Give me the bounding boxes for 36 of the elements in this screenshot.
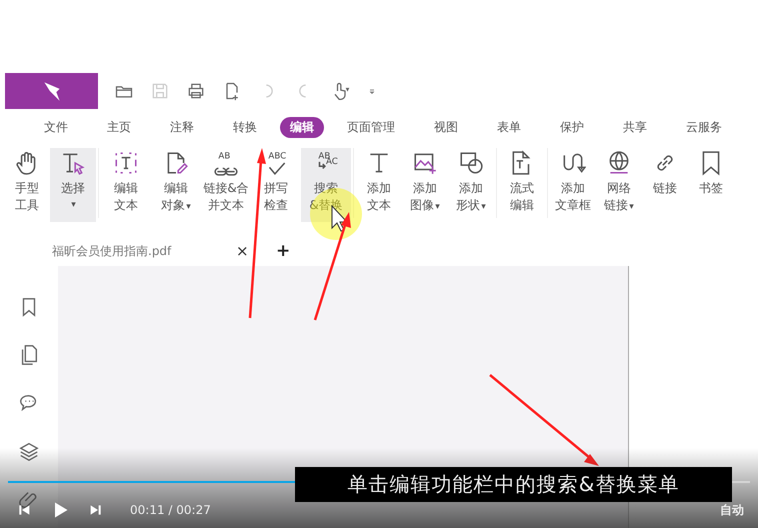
ribbon-button[interactable]: AB 链接&合 并文本 [201,148,251,222]
time-display: 00:11 / 00:27 [130,503,211,517]
ribbon-tab[interactable]: 编辑 [280,116,324,138]
document-tab[interactable]: 福昕会员使用指南.pdf [52,242,236,260]
ribbon-button[interactable]: 编辑 文本 [101,148,151,222]
ribbon-tab[interactable]: 转换 [223,116,267,138]
ribbon-button[interactable]: 添加 图像▾ [402,148,448,222]
ribbon-button[interactable]: 网络 链接▾ [596,148,642,222]
ribbon-tab[interactable]: 主页 [97,116,141,138]
ribbon-button[interactable]: 书签 [688,148,734,222]
quality-button[interactable]: 自动 [720,502,744,518]
ribbon-tab[interactable]: 保护 [550,116,594,138]
ribbon-tab[interactable]: 文件 [34,116,78,138]
app-logo[interactable] [5,73,98,109]
new-tab-button[interactable]: + [276,241,290,261]
ribbon-tab[interactable]: 视图 [424,116,468,138]
ribbon-button[interactable]: 添加 形状▾ [448,148,494,222]
ribbon-tab[interactable]: 注释 [160,116,204,138]
ribbon-button[interactable]: 添加 文章框 [550,148,596,222]
ribbon-tab[interactable]: 共享 [613,116,657,138]
printer-icon[interactable] [186,81,206,101]
ribbon-button[interactable]: 选择 ▾ [50,148,96,222]
ribbon-button[interactable]: 编辑 对象▾ [151,148,201,222]
ribbon-button[interactable]: 手型 工具 [4,148,50,222]
close-tab-button[interactable]: × [236,242,276,260]
ribbon-button[interactable]: 添加 文本 [356,148,402,222]
ribbon-tab[interactable]: 云服务 [676,116,732,138]
ribbon-tab[interactable]: 页面管理 [337,116,405,138]
ribbon-button[interactable]: ABC 拼写 检查 [251,148,301,222]
layers-icon[interactable] [18,440,40,462]
shapes-icon [458,150,484,176]
ribbon-button[interactable]: 链接 [642,148,688,222]
subtitle: 单击编辑功能栏中的搜索&替换菜单 [295,467,732,502]
ribbon-button[interactable]: 流式 编辑 [499,148,545,222]
ribbon-tab[interactable]: 表单 [487,116,531,138]
text-frame-icon [113,150,139,176]
